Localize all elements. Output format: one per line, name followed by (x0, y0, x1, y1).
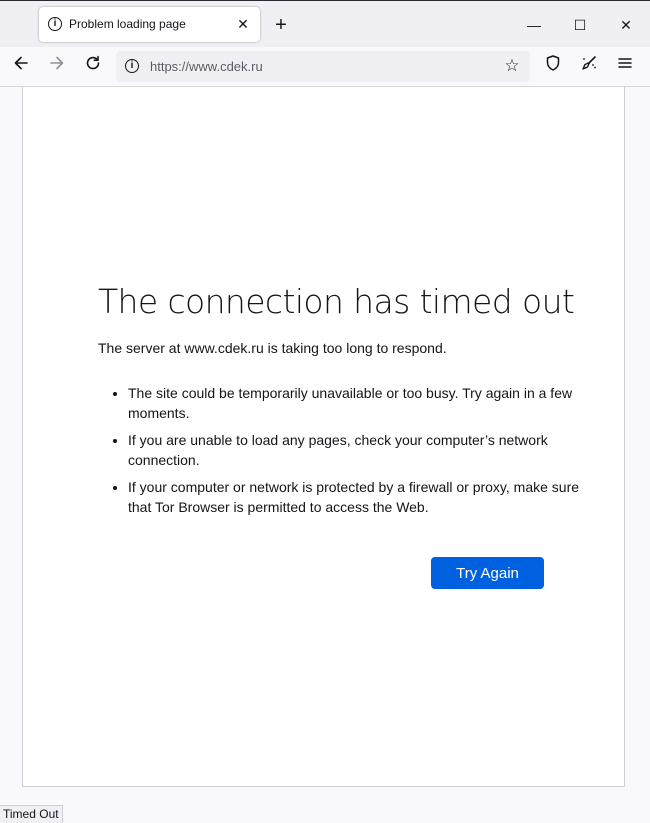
shield-button[interactable] (539, 53, 567, 81)
nav-bar: i https://www.cdek.ru ☆ (0, 47, 650, 87)
tab-close-icon[interactable]: ✕ (232, 13, 254, 35)
hamburger-icon (618, 58, 632, 68)
try-again-button[interactable]: Try Again (431, 557, 544, 589)
info-icon: i (48, 17, 62, 31)
shield-icon (546, 55, 560, 71)
reload-icon (86, 55, 100, 70)
arrow-right-icon (50, 56, 64, 70)
tab-active[interactable]: i Problem loading page ✕ (39, 7, 260, 42)
maximize-button[interactable]: ☐ (566, 11, 594, 39)
url-text[interactable]: https://www.cdek.ru (150, 59, 263, 74)
bookmark-star-icon[interactable]: ☆ (500, 54, 524, 78)
tab-bar: i Problem loading page ✕ + — ☐ ✕ (0, 0, 650, 48)
site-info-icon[interactable]: i (125, 59, 139, 73)
window-close-button[interactable]: ✕ (612, 11, 640, 39)
status-panel: Timed Out (0, 805, 63, 823)
arrow-left-icon (14, 56, 28, 70)
page-content: The connection has timed out The server … (22, 87, 625, 787)
error-title: The connection has timed out (98, 282, 575, 321)
tab-title: Problem loading page (69, 17, 186, 31)
reload-button[interactable] (79, 53, 107, 81)
forward-button[interactable] (43, 53, 71, 81)
menu-button[interactable] (611, 53, 639, 81)
minimize-button[interactable]: — (520, 11, 548, 39)
new-tab-button[interactable]: + (270, 14, 292, 36)
extensions-button[interactable] (575, 53, 603, 81)
error-suggestions: The site could be temporarily unavailabl… (98, 383, 588, 524)
url-bar[interactable]: i https://www.cdek.ru ☆ (116, 51, 530, 82)
suggestion-item: If your computer or network is protected… (128, 477, 588, 517)
suggestion-item: If you are unable to load any pages, che… (128, 430, 588, 470)
suggestion-item: The site could be temporarily unavailabl… (128, 383, 588, 423)
error-description: The server at www.cdek.ru is taking too … (98, 340, 447, 356)
back-button[interactable] (7, 53, 35, 81)
broom-icon (582, 56, 596, 70)
